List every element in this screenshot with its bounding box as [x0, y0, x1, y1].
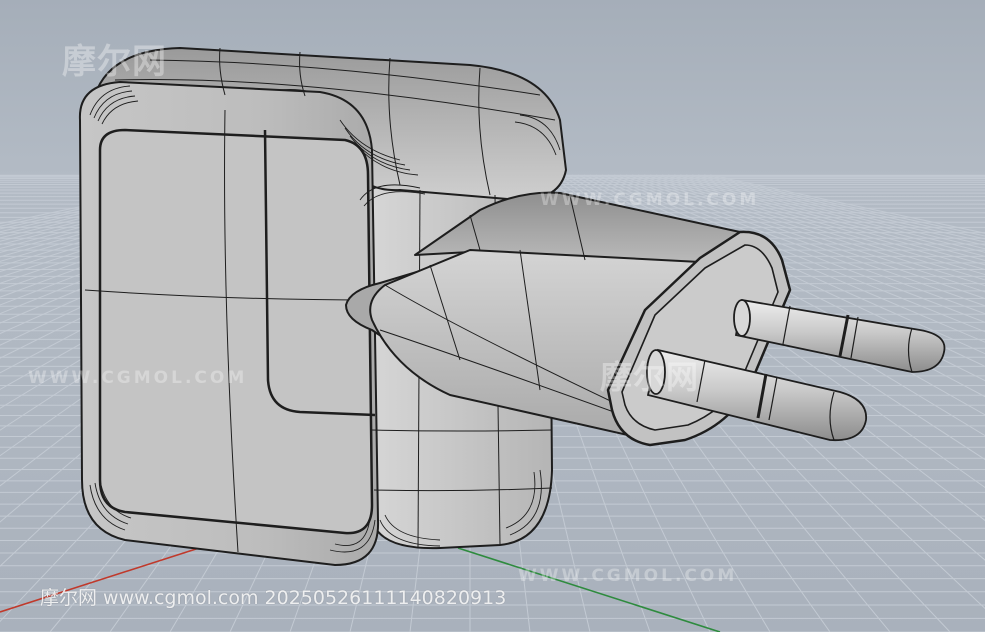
url-watermark-bottom: WWW.CGMOL.COM	[518, 566, 738, 586]
pin-upper-icon[interactable]	[733, 298, 946, 373]
copyright-stamp: 摩尔网 www.cgmol.com 20250526111140820913	[40, 587, 507, 609]
url-watermark-left: WWW.CGMOL.COM	[28, 368, 248, 388]
logo-watermark-center: 摩尔网	[600, 358, 700, 396]
url-watermark-upper: WWW.CGMOL.COM	[540, 190, 760, 210]
viewport-perspective[interactable]: 摩尔网 摩尔网 WWW.CGMOL.COM WWW.CGMOL.COM WWW.…	[0, 0, 985, 632]
logo-watermark-top: 摩尔网	[62, 42, 167, 82]
scene-canvas[interactable]	[0, 0, 985, 632]
